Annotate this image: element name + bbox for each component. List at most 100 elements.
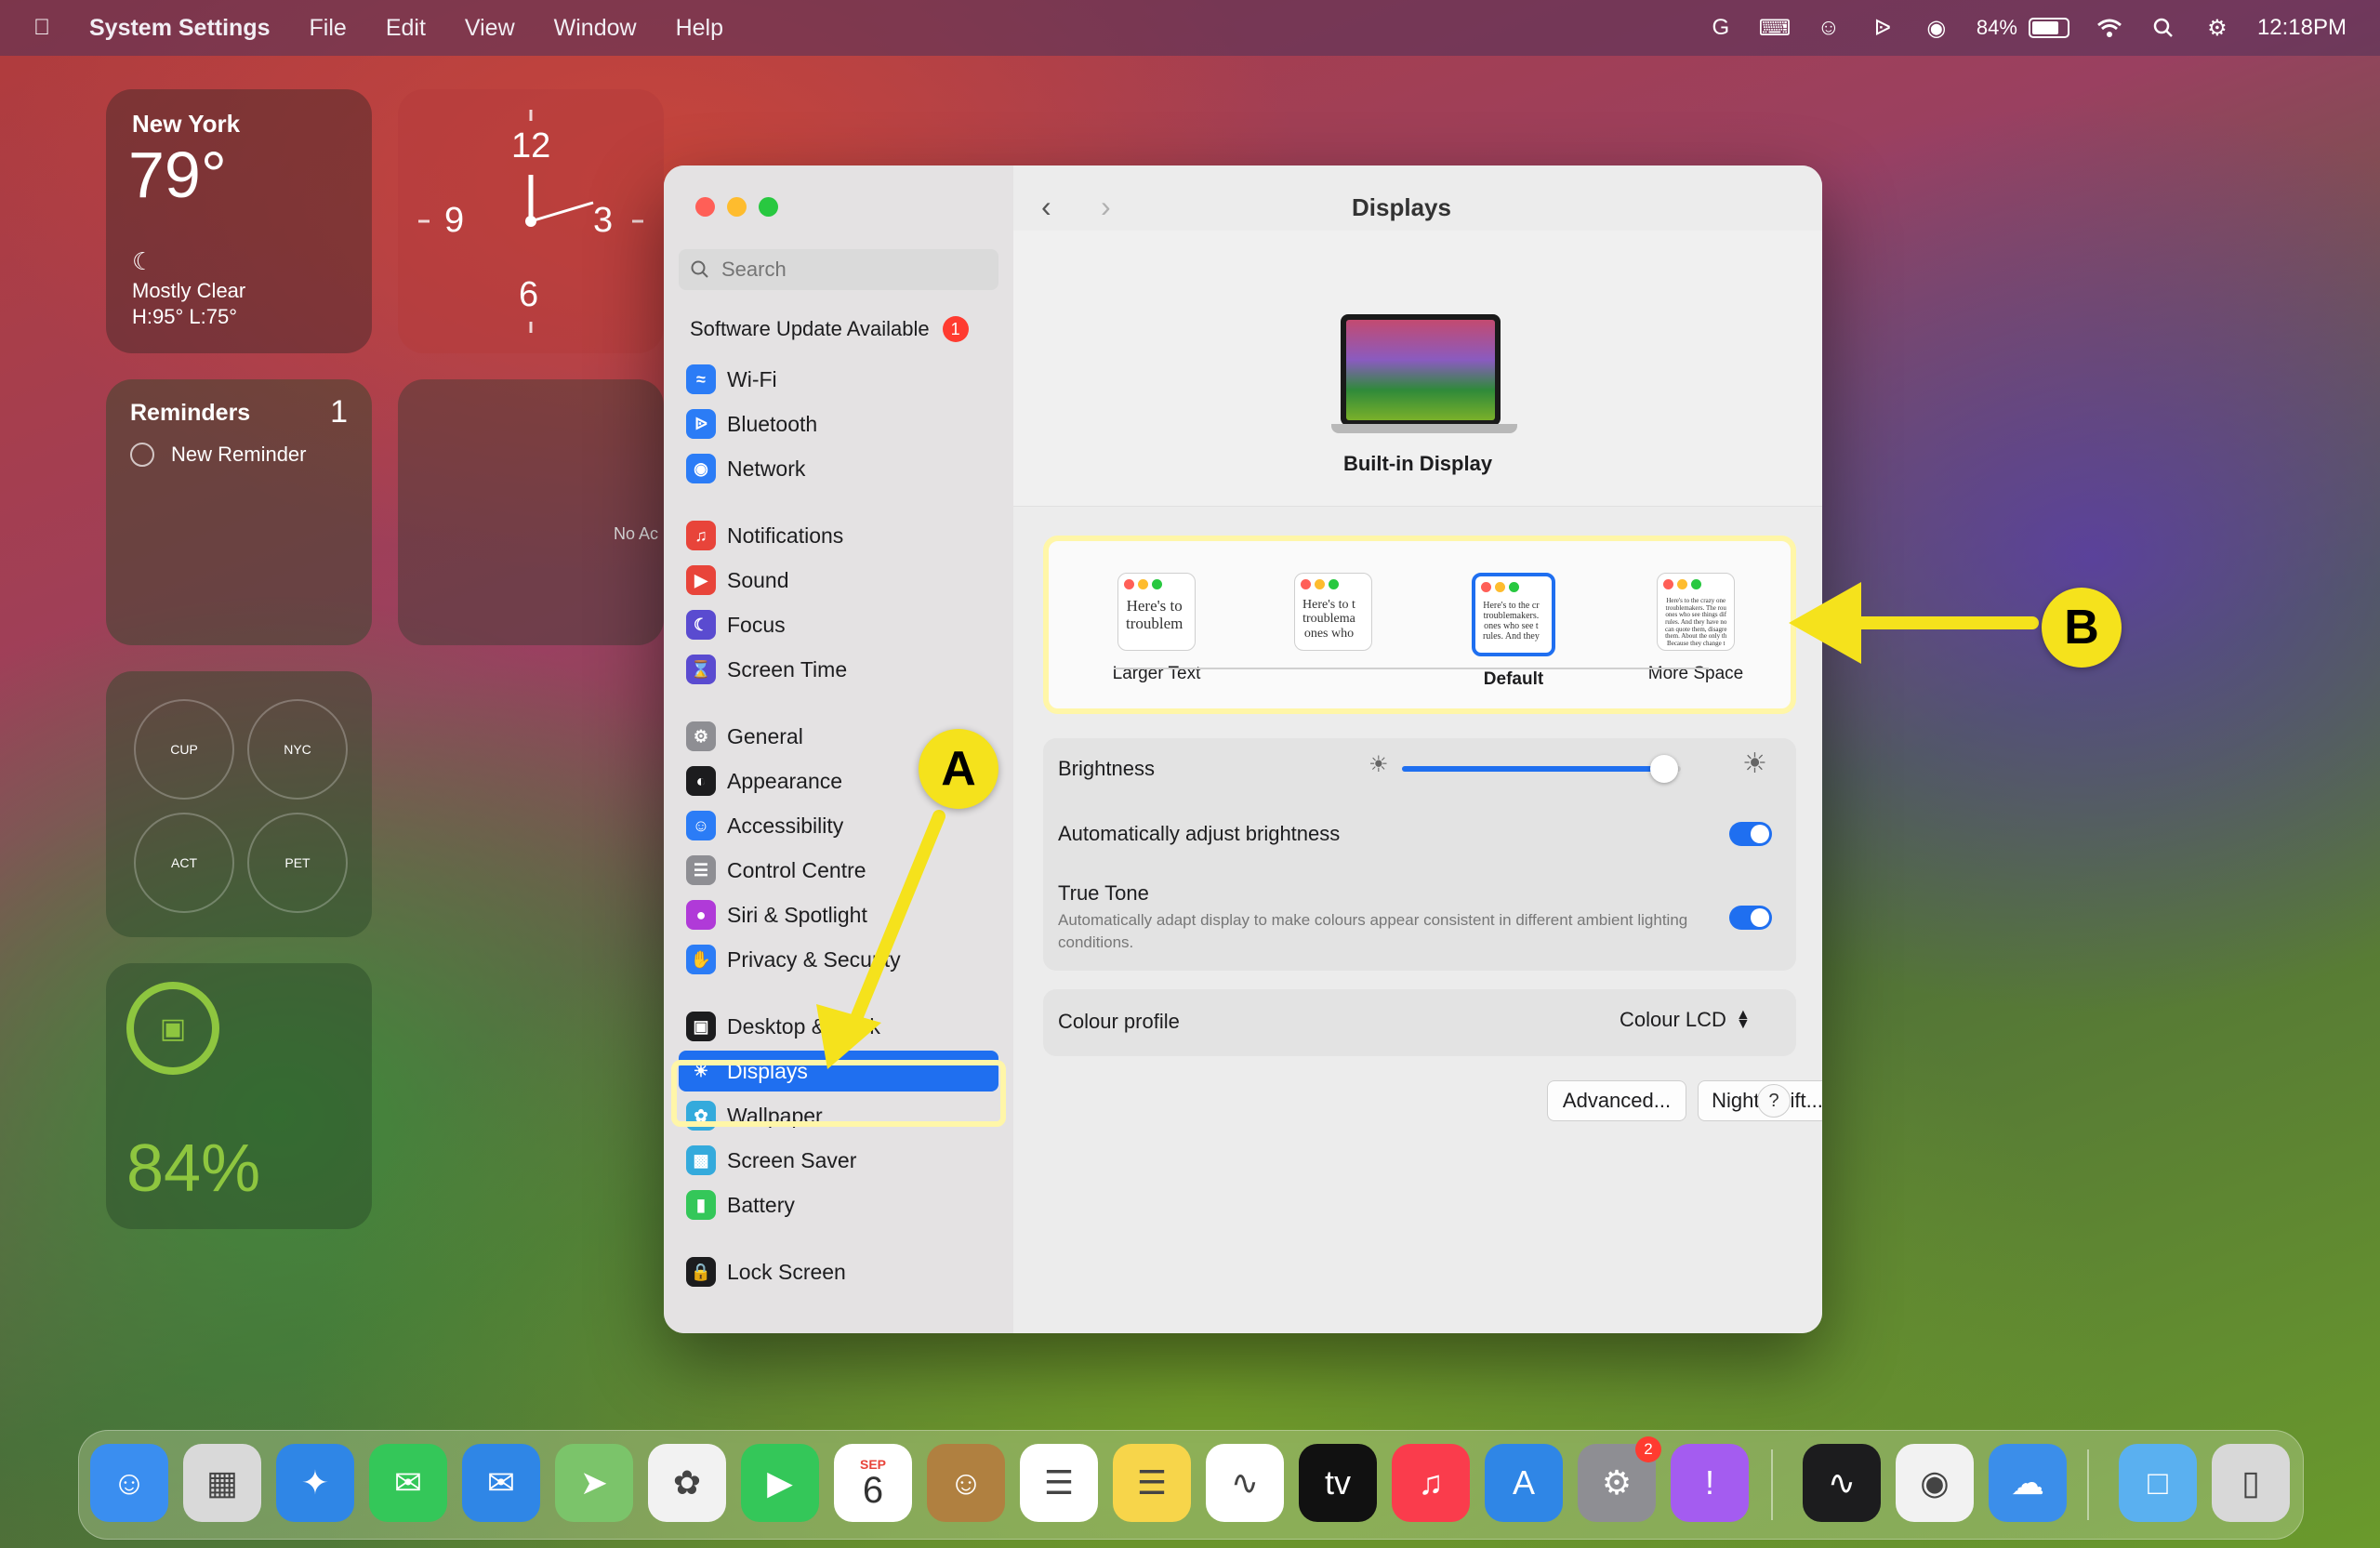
reminders-icon[interactable]: ☰	[1020, 1444, 1098, 1522]
messages-icon[interactable]: ✉	[369, 1444, 447, 1522]
system-settings-icon[interactable]: ⚙ 2	[1578, 1436, 1661, 1522]
macbook-image[interactable]	[1331, 314, 1517, 435]
colour-profile-panel: Colour profile Colour LCD ▲ ▼	[1043, 989, 1796, 1056]
sidebar-item-battery[interactable]: ▮ Battery	[686, 1184, 795, 1225]
sidebar-item-notifications[interactable]: ♫ Notifications	[686, 515, 843, 556]
facetime-icon[interactable]: ▶	[741, 1444, 819, 1522]
battery-widget[interactable]: ▣ 84%	[106, 963, 372, 1229]
world-clock-widget[interactable]: CUP NYC ACT PET	[106, 671, 372, 937]
sidebar-item-network[interactable]: ◉ Network	[686, 448, 805, 489]
calendar-icon[interactable]: SEP 6	[834, 1444, 912, 1522]
sidebar-item-privacy-security[interactable]: ✋ Privacy & Security	[686, 939, 901, 980]
apple-icon[interactable]: 	[28, 14, 56, 42]
music-icon[interactable]: ♫	[1392, 1444, 1470, 1522]
weather-temp: 79°	[128, 139, 227, 211]
bluetooth-status-icon[interactable]: ᐉ	[1869, 14, 1897, 42]
back-button[interactable]: ‹	[1041, 190, 1051, 224]
clock-widget[interactable]: 12 3 6 9	[398, 89, 664, 353]
edit-menu[interactable]: Edit	[386, 15, 426, 42]
colour-profile-value: Colour LCD	[1620, 1008, 1726, 1031]
folder-icon[interactable]: □	[2119, 1444, 2197, 1522]
voice-memos-icon[interactable]: ∿	[1803, 1444, 1881, 1522]
sidebar-item-wi-fi[interactable]: ≈ Wi-Fi	[686, 359, 777, 400]
weather-widget[interactable]: New York 79° ☾ Mostly Clear H:95° L:75°	[106, 89, 372, 353]
user-icon[interactable]: ☺	[1815, 14, 1843, 42]
reminders-widget[interactable]: Reminders 1 New Reminder	[106, 379, 372, 645]
contacts-icon[interactable]: ☺	[927, 1444, 1005, 1522]
sidebar-item-general[interactable]: ⚙ General	[686, 716, 803, 757]
brightness-slider[interactable]	[1402, 755, 1681, 783]
sidebar-item-screen-time[interactable]: ⌛ Screen Time	[686, 649, 847, 690]
moon-icon: ☾	[686, 610, 716, 640]
sidebar-item-label: Focus	[727, 612, 786, 637]
sidebar-item-bluetooth[interactable]: ᐉ Bluetooth	[686, 404, 817, 444]
sidebar-item-accessibility[interactable]: ☺ Accessibility	[686, 805, 843, 846]
notes-icon[interactable]: ☰	[1113, 1444, 1191, 1522]
feedback-icon[interactable]: !	[1671, 1444, 1749, 1522]
wifi-status-icon[interactable]	[2096, 14, 2123, 42]
sidebar-item-focus[interactable]: ☾ Focus	[686, 604, 786, 645]
search-field[interactable]	[679, 249, 998, 290]
account-icon[interactable]: ◉	[1923, 14, 1950, 42]
advanced-button[interactable]: Advanced...	[1547, 1080, 1686, 1121]
trash-icon[interactable]: ▯	[2212, 1444, 2290, 1522]
sidebar-item-screen-saver[interactable]: ▩ Screen Saver	[686, 1140, 856, 1181]
laptop-icon: ▣	[159, 1012, 187, 1044]
mail-icon[interactable]: ✉	[462, 1444, 540, 1522]
software-update-row[interactable]: Software Update Available 1	[690, 316, 969, 342]
icloud-icon[interactable]: ☁	[1989, 1444, 2067, 1522]
control-centre-status-icon[interactable]: ⚙	[2203, 14, 2231, 42]
dock-icon: ▣	[686, 1012, 716, 1041]
spotlight-icon[interactable]	[2149, 14, 2177, 42]
true-tone-toggle[interactable]	[1729, 906, 1772, 930]
clock[interactable]: 12:18PM	[2257, 15, 2347, 41]
world-clock-4: PET	[247, 813, 348, 913]
sidebar-item-sound[interactable]: ▶ Sound	[686, 560, 789, 601]
file-menu[interactable]: File	[310, 15, 347, 42]
reminder-checkbox[interactable]	[130, 443, 154, 467]
app-menu[interactable]: System Settings	[89, 15, 271, 42]
freeform-icon[interactable]: ∿	[1206, 1444, 1284, 1522]
search-input[interactable]	[720, 257, 984, 283]
sidebar-item-label: Sound	[727, 567, 789, 592]
reminder-item[interactable]: New Reminder	[171, 443, 307, 467]
resolution-option[interactable]: Here's to t troublema ones who	[1277, 573, 1389, 664]
forward-button[interactable]: ›	[1101, 190, 1111, 224]
close-window-button[interactable]	[695, 197, 715, 217]
globe-icon: ◉	[686, 454, 716, 483]
maps-icon[interactable]: ➤	[555, 1444, 633, 1522]
resolution-thumbnail: Here's to t troublema ones who	[1294, 573, 1372, 651]
sidebar-item-lock-screen[interactable]: 🔒 Lock Screen	[686, 1251, 846, 1292]
auto-brightness-toggle[interactable]	[1729, 822, 1772, 846]
sun-small-icon: ☀	[1368, 752, 1389, 777]
grammarly-icon[interactable]: G	[1707, 14, 1735, 42]
safari-icon[interactable]: ✦	[276, 1444, 354, 1522]
no-access-text: No Ac	[614, 524, 659, 543]
zoom-window-button[interactable]	[759, 197, 778, 217]
app-store-icon[interactable]: A	[1485, 1444, 1563, 1522]
reminders-title: Reminders	[130, 400, 251, 426]
colour-profile-select[interactable]: Colour LCD ▲ ▼	[1620, 1008, 1751, 1032]
sidebar-item-desktop-dock[interactable]: ▣ Desktop & Dock	[686, 1006, 880, 1047]
brightness-knob[interactable]	[1650, 755, 1678, 783]
minimize-window-button[interactable]	[727, 197, 747, 217]
tv-icon[interactable]: tv	[1299, 1444, 1377, 1522]
launchpad-icon[interactable]: ▦	[183, 1444, 261, 1522]
window-menu[interactable]: Window	[554, 15, 637, 42]
view-menu[interactable]: View	[465, 15, 515, 42]
help-button-visible[interactable]: ?	[1757, 1084, 1791, 1118]
finder-icon[interactable]: ☺	[90, 1444, 168, 1522]
photos-icon[interactable]: ✿	[648, 1444, 726, 1522]
help-menu[interactable]: Help	[676, 15, 723, 42]
battery-status-icon[interactable]	[2028, 18, 2069, 38]
sidebar-item-appearance[interactable]: ◐ Appearance	[686, 761, 842, 801]
sidebar-item-label: Siri & Spotlight	[727, 902, 867, 927]
control-centre-icon: ☰	[686, 855, 716, 885]
keyboard-icon[interactable]: ⌨	[1759, 14, 1792, 42]
sidebar-item-label: Accessibility	[727, 813, 844, 838]
chrome-icon[interactable]: ◉	[1896, 1444, 1974, 1522]
sidebar-item-control-centre[interactable]: ☰ Control Centre	[686, 850, 866, 891]
resolution-option[interactable]: Here's to the cr troublemakers. ones who…	[1458, 573, 1569, 690]
sidebar-item-siri-spotlight[interactable]: ● Siri & Spotlight	[686, 894, 867, 935]
lock-icon: 🔒	[686, 1257, 716, 1287]
